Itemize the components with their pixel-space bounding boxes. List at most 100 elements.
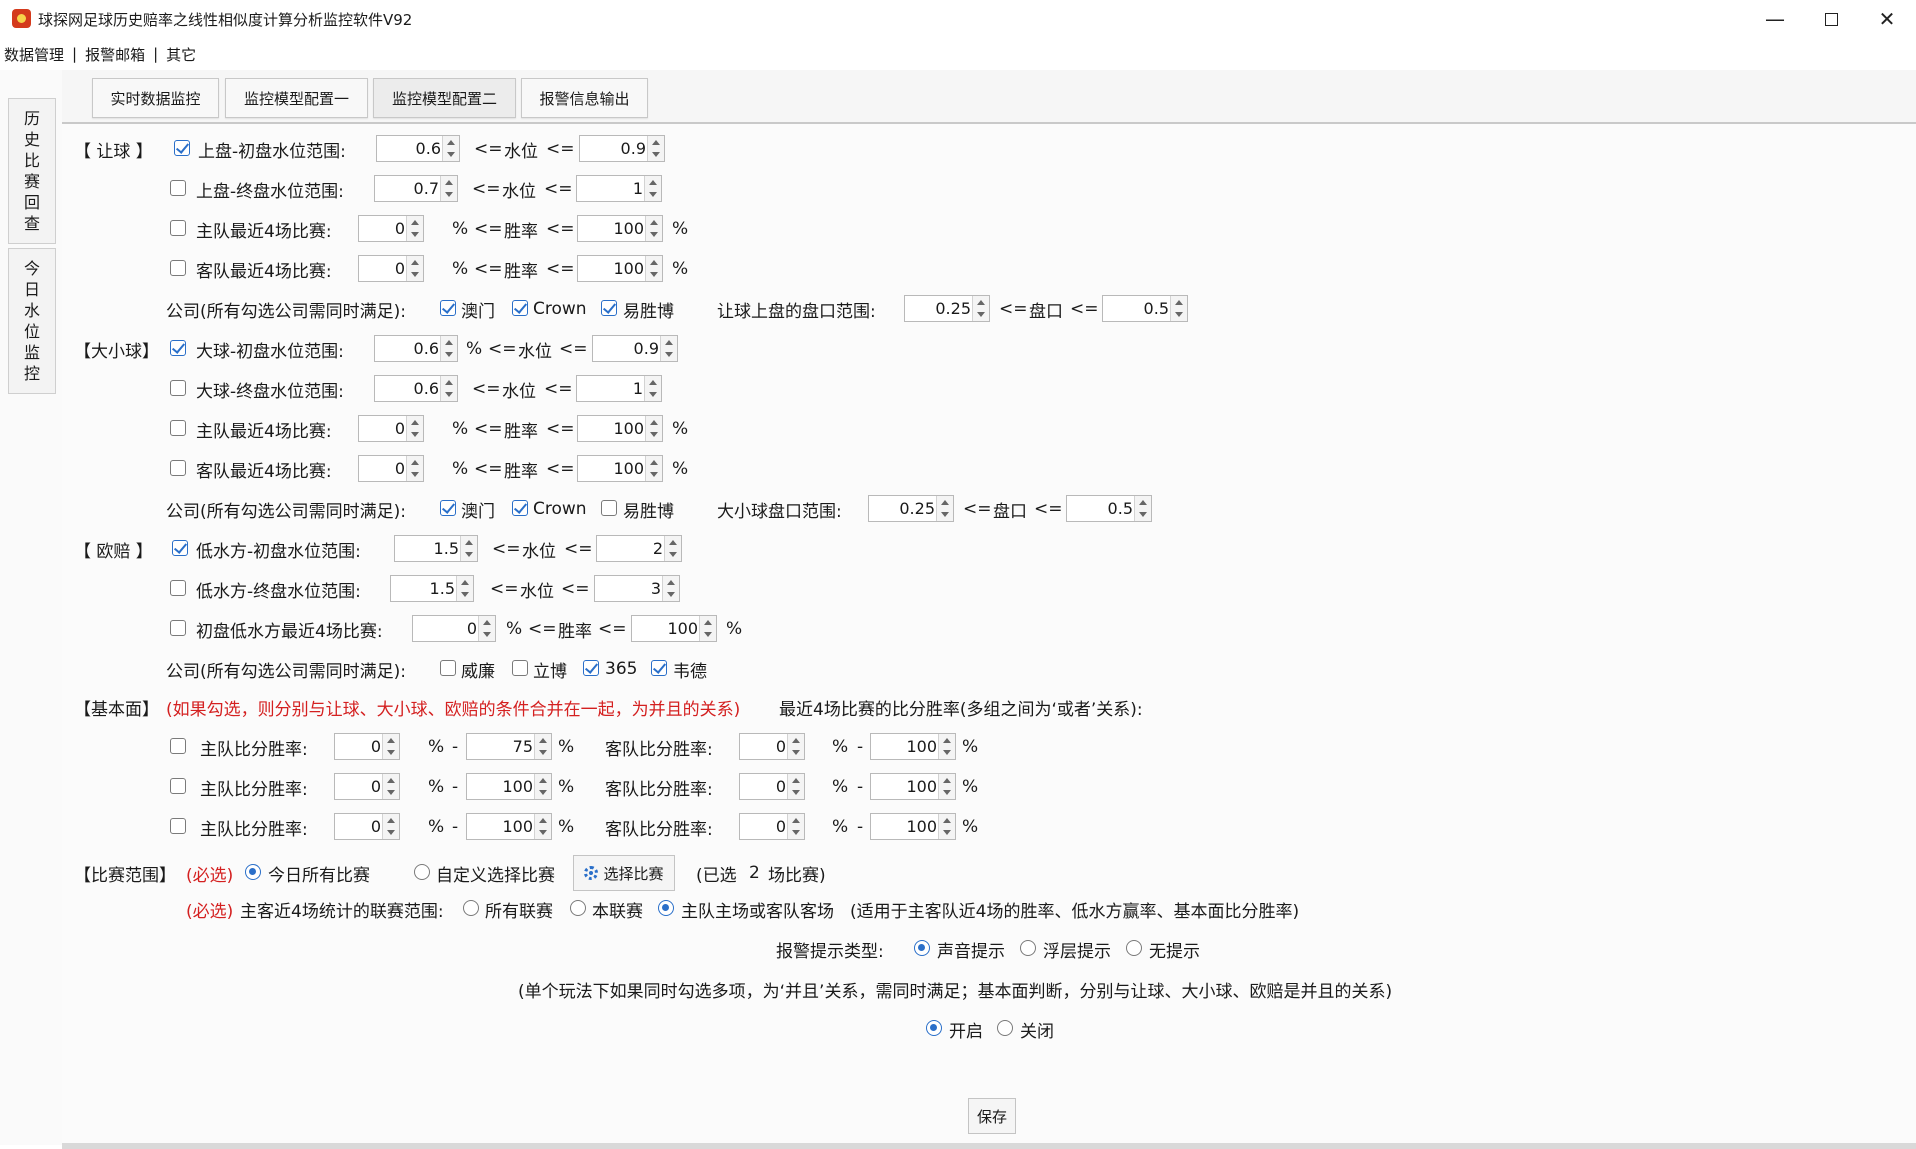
overunder-final-water-min[interactable]: 0.6 [374,375,458,402]
fundamentals-row-1-checkbox[interactable] [170,738,186,754]
spin-arrows-icon[interactable] [460,536,477,561]
spin-arrows-icon[interactable] [699,616,716,641]
overunder-home-last4-checkbox[interactable] [170,420,186,436]
minimize-icon[interactable]: — [1747,0,1803,38]
spin-arrows-icon[interactable] [645,256,662,281]
handicap-initial-water-min[interactable]: 0.6 [376,135,460,162]
fundamentals-row-3-home-max[interactable]: 100 [466,813,552,840]
handicap-home-last4-checkbox[interactable] [170,220,186,236]
spin-arrows-icon[interactable] [938,734,955,759]
euro-final-water-checkbox[interactable] [170,580,186,596]
overunder-company-macau-checkbox[interactable] [440,500,456,516]
euro-final-water-min[interactable]: 1.5 [390,575,474,602]
spin-arrows-icon[interactable] [787,774,804,799]
fundamentals-row-3-home-min[interactable]: 0 [334,813,400,840]
tab-model-config-1[interactable]: 监控模型配置一 [225,78,368,118]
tab-model-config-2[interactable]: 监控模型配置二 [373,78,516,118]
spin-arrows-icon[interactable] [787,814,804,839]
fundamentals-row-1-away-max[interactable]: 100 [870,733,956,760]
euro-lowwater-last4-min[interactable]: 0 [412,615,496,642]
fundamentals-row-2-away-max[interactable]: 100 [870,773,956,800]
alarm-none-radio[interactable] [1126,940,1142,956]
euro-lowwater-last4-checkbox[interactable] [170,620,186,636]
spin-arrows-icon[interactable] [645,216,662,241]
select-matches-button[interactable]: 选择比赛 [573,855,675,891]
monitor-off-radio[interactable] [997,1020,1013,1036]
spin-arrows-icon[interactable] [787,734,804,759]
overunder-initial-water-max[interactable]: 0.9 [592,335,678,362]
spin-arrows-icon[interactable] [534,814,551,839]
spin-arrows-icon[interactable] [938,774,955,799]
handicap-away-last4-checkbox[interactable] [170,260,186,276]
overunder-company-crown-checkbox[interactable] [512,500,528,516]
euro-company-ladbrokes-checkbox[interactable] [512,660,528,676]
spin-arrows-icon[interactable] [534,774,551,799]
handicap-final-water-checkbox[interactable] [170,180,186,196]
euro-initial-water-min[interactable]: 1.5 [394,535,478,562]
spin-arrows-icon[interactable] [938,814,955,839]
handicap-range-max[interactable]: 0.5 [1102,295,1188,322]
close-icon[interactable]: ✕ [1859,0,1915,38]
fundamentals-row-1-home-max[interactable]: 75 [466,733,552,760]
tab-alarm-output[interactable]: 报警信息输出 [521,78,648,118]
handicap-company-ysb-checkbox[interactable] [601,300,617,316]
fundamentals-row-3-away-min[interactable]: 0 [739,813,805,840]
handicap-company-macau-checkbox[interactable] [440,300,456,316]
spin-arrows-icon[interactable] [645,416,662,441]
overunder-company-ysb-checkbox[interactable] [601,500,617,516]
handicap-home-last4-min[interactable]: 0 [358,215,424,242]
handicap-initial-water-max[interactable]: 0.9 [579,135,665,162]
overunder-range-min[interactable]: 0.25 [868,495,954,522]
maximize-icon[interactable] [1803,0,1859,38]
spin-arrows-icon[interactable] [442,136,459,161]
spin-arrows-icon[interactable] [972,296,989,321]
overunder-final-water-max[interactable]: 1 [576,375,662,402]
spin-arrows-icon[interactable] [644,376,661,401]
spin-arrows-icon[interactable] [406,216,423,241]
spin-arrows-icon[interactable] [645,456,662,481]
menu-other[interactable]: 其它 [162,44,200,65]
overunder-home-last4-max[interactable]: 100 [577,415,663,442]
euro-lowwater-last4-max[interactable]: 100 [631,615,717,642]
spin-arrows-icon[interactable] [1170,296,1187,321]
euro-final-water-max[interactable]: 3 [594,575,680,602]
spin-arrows-icon[interactable] [406,256,423,281]
menu-alarm-mailbox[interactable]: 报警邮箱 [81,44,149,65]
fundamentals-row-2-home-min[interactable]: 0 [334,773,400,800]
spin-arrows-icon[interactable] [456,576,473,601]
spin-arrows-icon[interactable] [382,734,399,759]
alarm-overlay-radio[interactable] [1020,940,1036,956]
handicap-home-last4-max[interactable]: 100 [577,215,663,242]
spin-arrows-icon[interactable] [662,576,679,601]
menu-data-management[interactable]: 数据管理 [0,44,68,65]
spin-arrows-icon[interactable] [647,136,664,161]
fundamentals-row-1-home-min[interactable]: 0 [334,733,400,760]
monitor-on-radio[interactable] [926,1020,942,1036]
fundamentals-row-2-home-max[interactable]: 100 [466,773,552,800]
handicap-final-water-min[interactable]: 0.7 [374,175,458,202]
euro-company-william-checkbox[interactable] [440,660,456,676]
handicap-initial-water-checkbox[interactable] [174,140,190,156]
overunder-away-last4-max[interactable]: 100 [577,455,663,482]
spin-arrows-icon[interactable] [664,536,681,561]
spin-arrows-icon[interactable] [382,774,399,799]
fundamentals-row-1-away-min[interactable]: 0 [739,733,805,760]
handicap-company-crown-checkbox[interactable] [512,300,528,316]
handicap-away-last4-min[interactable]: 0 [358,255,424,282]
spin-arrows-icon[interactable] [936,496,953,521]
fundamentals-row-2-checkbox[interactable] [170,778,186,794]
spin-arrows-icon[interactable] [1134,496,1151,521]
spin-arrows-icon[interactable] [440,176,457,201]
league-home-away-radio[interactable] [658,900,674,916]
scope-custom-radio[interactable] [414,864,430,880]
alarm-sound-radio[interactable] [914,940,930,956]
spin-arrows-icon[interactable] [534,734,551,759]
spin-arrows-icon[interactable] [406,456,423,481]
scope-all-today-radio[interactable] [245,864,261,880]
spin-arrows-icon[interactable] [644,176,661,201]
side-tab-history-review[interactable]: 历 史 比 赛 回 查 [8,98,56,244]
fundamentals-row-3-away-max[interactable]: 100 [870,813,956,840]
euro-company-weide-checkbox[interactable] [651,660,667,676]
spin-arrows-icon[interactable] [660,336,677,361]
overunder-final-water-checkbox[interactable] [170,380,186,396]
